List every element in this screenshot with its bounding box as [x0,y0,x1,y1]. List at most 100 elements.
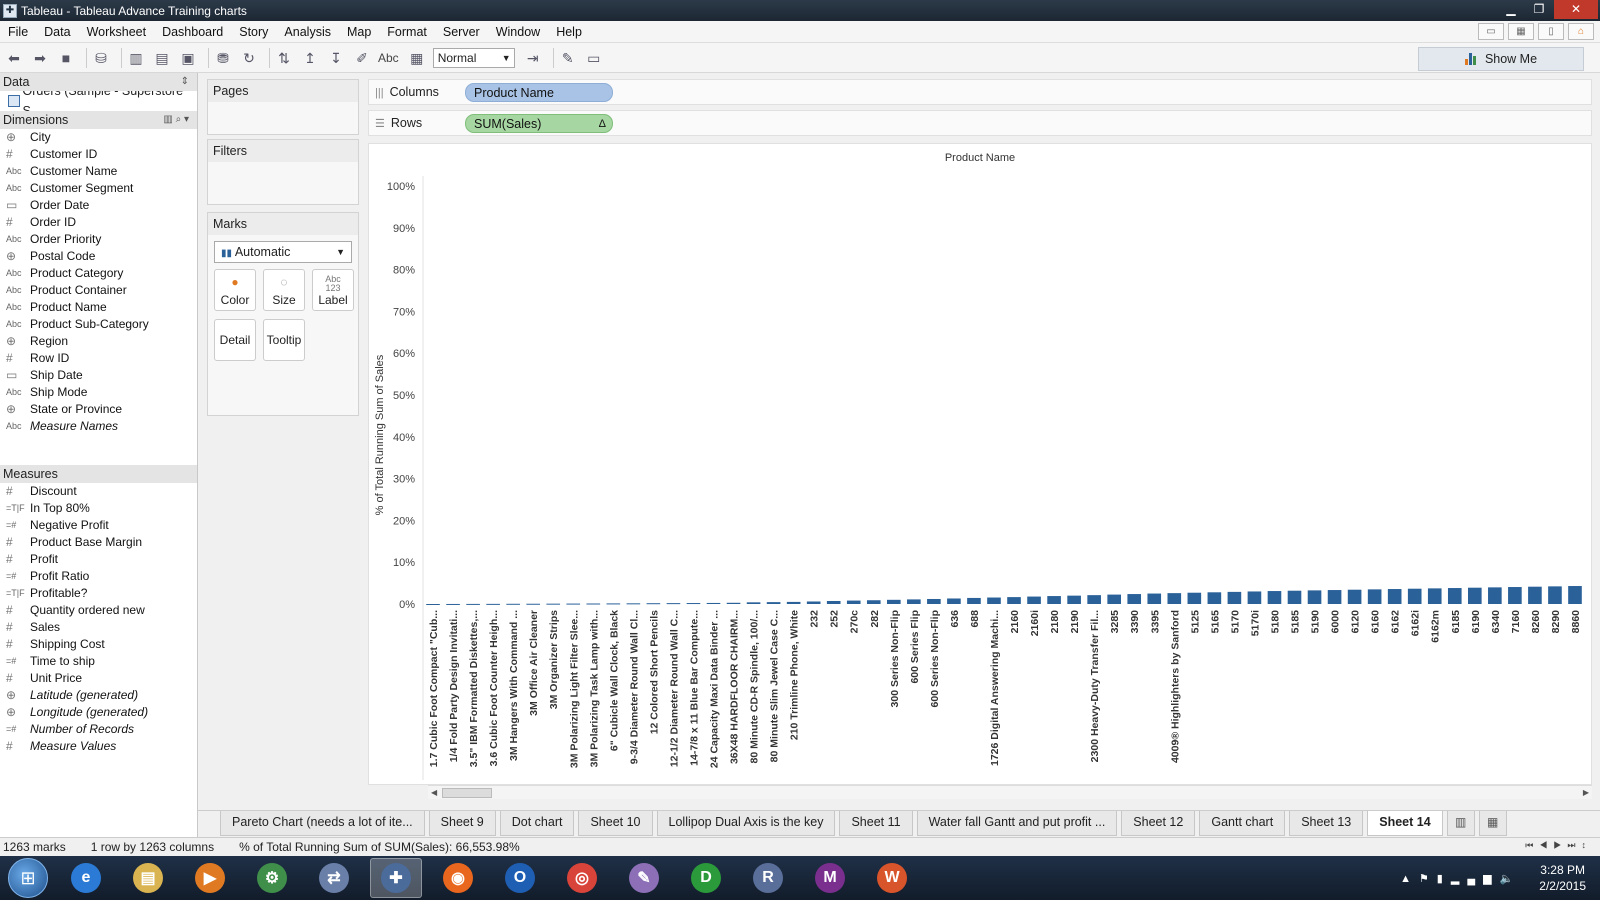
auto-update-icon[interactable]: ⛃ [213,48,233,68]
columns-pill-product-name[interactable]: Product Name [465,83,613,102]
tab-sheet-12[interactable]: Sheet 12 [1121,811,1196,836]
fix-axes-icon[interactable]: ⇥ [523,48,543,68]
taskbar-network-app[interactable]: ⇄ [308,858,360,898]
horizontal-scrollbar[interactable]: ◀ ▶ [428,785,1592,799]
sheet-navigation[interactable]: ⏮◀▶⏭↕ [1525,840,1592,851]
measure-field[interactable]: # Discount [0,483,197,500]
measure-field[interactable]: # Product Base Margin [0,534,197,551]
scroll-right-icon[interactable]: ▶ [1583,786,1589,799]
rows-shelf[interactable]: ☰ Rows SUM(Sales) Δ [368,110,1592,136]
measure-field[interactable]: ⊕ Longitude (generated) [0,704,197,721]
tab-sheet-10[interactable]: Sheet 10 [578,811,653,836]
dimension-field[interactable]: ⊕ Region [0,333,197,350]
filmstrip-icon[interactable]: ▯ [1538,23,1564,40]
tab-sheet-13[interactable]: Sheet 13 [1289,811,1364,836]
pages-card[interactable]: Pages [207,79,359,135]
dimension-field[interactable]: Abc Ship Mode [0,384,197,401]
taskbar-r-app[interactable]: R [742,858,794,898]
taskbar-firefox[interactable]: ◉ [432,858,484,898]
close-button[interactable]: ✕ [1554,0,1598,19]
menu-story[interactable]: Story [231,25,276,39]
tab-lollipop[interactable]: Lollipop Dual Axis is the key [656,811,836,836]
tab-sheet-11[interactable]: Sheet 11 [839,811,913,836]
datasource-item[interactable]: Orders (Sample - Superstore S... [0,84,197,118]
duplicate-sheet-icon[interactable]: ▤ [152,48,172,68]
scroll-left-icon[interactable]: ◀ [431,786,437,799]
tab-sheet-9[interactable]: Sheet 9 [428,811,496,836]
dimension-field[interactable]: Abc Product Name [0,299,197,316]
taskbar-chrome[interactable]: ◎ [556,858,608,898]
measure-field[interactable]: =T|F In Top 80% [0,500,197,517]
home-icon[interactable]: ⌂ [1568,23,1594,40]
tab-water-fall-gantt[interactable]: Water fall Gantt and put profit ... [916,811,1118,836]
start-button[interactable]: ⊞ [8,858,48,898]
restore-button[interactable]: ❐ [1526,0,1552,19]
sheet-sorter-icon[interactable]: ▦ [1508,23,1534,40]
menu-worksheet[interactable]: Worksheet [79,25,155,39]
annotation-icon[interactable]: ✎ [558,48,578,68]
tooltip-button[interactable]: Tooltip [263,319,305,361]
taskbar-paint[interactable]: ✎ [618,858,670,898]
dimension-field[interactable]: # Order ID [0,214,197,231]
dimension-field[interactable]: Abc Product Sub-Category [0,316,197,333]
measure-field[interactable]: =T|F Profitable? [0,585,197,602]
label-button[interactable]: Abc 123 Label [312,269,354,311]
measure-field[interactable]: =# Profit Ratio [0,568,197,585]
dimension-field[interactable]: Abc Order Priority [0,231,197,248]
menu-server[interactable]: Server [435,25,488,39]
undo-icon[interactable]: ⬅ [4,48,24,68]
presentation-mode-icon[interactable]: ▭ [1478,23,1504,40]
taskbar-file-explorer[interactable]: ▤ [122,858,174,898]
menu-data[interactable]: Data [36,25,78,39]
taskbar-d-app[interactable]: D [680,858,732,898]
dimension-field[interactable]: # Row ID [0,350,197,367]
swap-icon[interactable]: ⇅ [274,48,294,68]
columns-shelf[interactable]: ||| Columns Product Name [368,79,1592,105]
tab-pareto-chart[interactable]: Pareto Chart (needs a lot of ite... [220,811,425,836]
scrollbar-thumb[interactable] [442,788,492,798]
show-me-button[interactable]: Show Me [1418,47,1584,71]
show-mark-labels-button[interactable]: Abc [378,51,399,65]
dimension-field[interactable]: Abc Product Category [0,265,197,282]
dimension-field[interactable]: ⊕ State or Province [0,401,197,418]
dimension-field[interactable]: ⊕ Postal Code [0,248,197,265]
menu-file[interactable]: File [0,25,36,39]
menu-help[interactable]: Help [548,25,590,39]
measure-field[interactable]: # Profit [0,551,197,568]
chart-view[interactable]: Product Name 0% 10% 20% 30% 40% 50% 60% 70% 80% 9… [368,143,1592,785]
dimension-field[interactable]: ▭ Ship Date [0,367,197,384]
taskbar-outlook[interactable]: O [494,858,546,898]
menu-format[interactable]: Format [379,25,435,39]
clear-sheet-icon[interactable]: ▣ [178,48,198,68]
menu-window[interactable]: Window [488,25,548,39]
dimension-field[interactable]: ⊕ City [0,129,197,146]
dimension-field[interactable]: ▭ Order Date [0,197,197,214]
taskbar-media-player[interactable]: ▶ [184,858,236,898]
tab-sheet-14[interactable]: Sheet 14 [1367,811,1443,836]
measure-field[interactable]: =# Time to ship [0,653,197,670]
tab-gantt-chart[interactable]: Gantt chart [1199,811,1286,836]
mark-type-select[interactable]: ▮▮ Automatic ▼ [214,241,352,263]
presentation-icon[interactable]: ▭ [584,48,604,68]
refresh-icon[interactable]: ↻ [239,48,259,68]
menu-dashboard[interactable]: Dashboard [154,25,231,39]
measure-field[interactable]: # Sales [0,619,197,636]
filters-card[interactable]: Filters [207,139,359,205]
new-dashboard-tab-icon[interactable]: ▦ [1478,811,1507,836]
redo-icon[interactable]: ➡ [30,48,50,68]
measure-field[interactable]: ⊕ Latitude (generated) [0,687,197,704]
measure-field[interactable]: =# Negative Profit [0,517,197,534]
size-button[interactable]: ◌ Size [263,269,305,311]
color-button[interactable]: ● Color [214,269,256,311]
measure-field[interactable]: # Unit Price [0,670,197,687]
taskbar-w-app[interactable]: W [866,858,918,898]
measure-field[interactable]: # Measure Values [0,738,197,755]
dimension-field[interactable]: # Customer ID [0,146,197,163]
dimension-field[interactable]: Abc Measure Names [0,418,197,435]
presentation-chart-icon[interactable]: ▦ [407,48,427,68]
detail-button[interactable]: Detail [214,319,256,361]
dimension-field[interactable]: Abc Product Container [0,282,197,299]
taskbar-tableau[interactable]: ✚ [370,858,422,898]
minimize-button[interactable]: ▁ [1498,0,1524,19]
taskbar-internet-explorer[interactable]: e [60,858,112,898]
